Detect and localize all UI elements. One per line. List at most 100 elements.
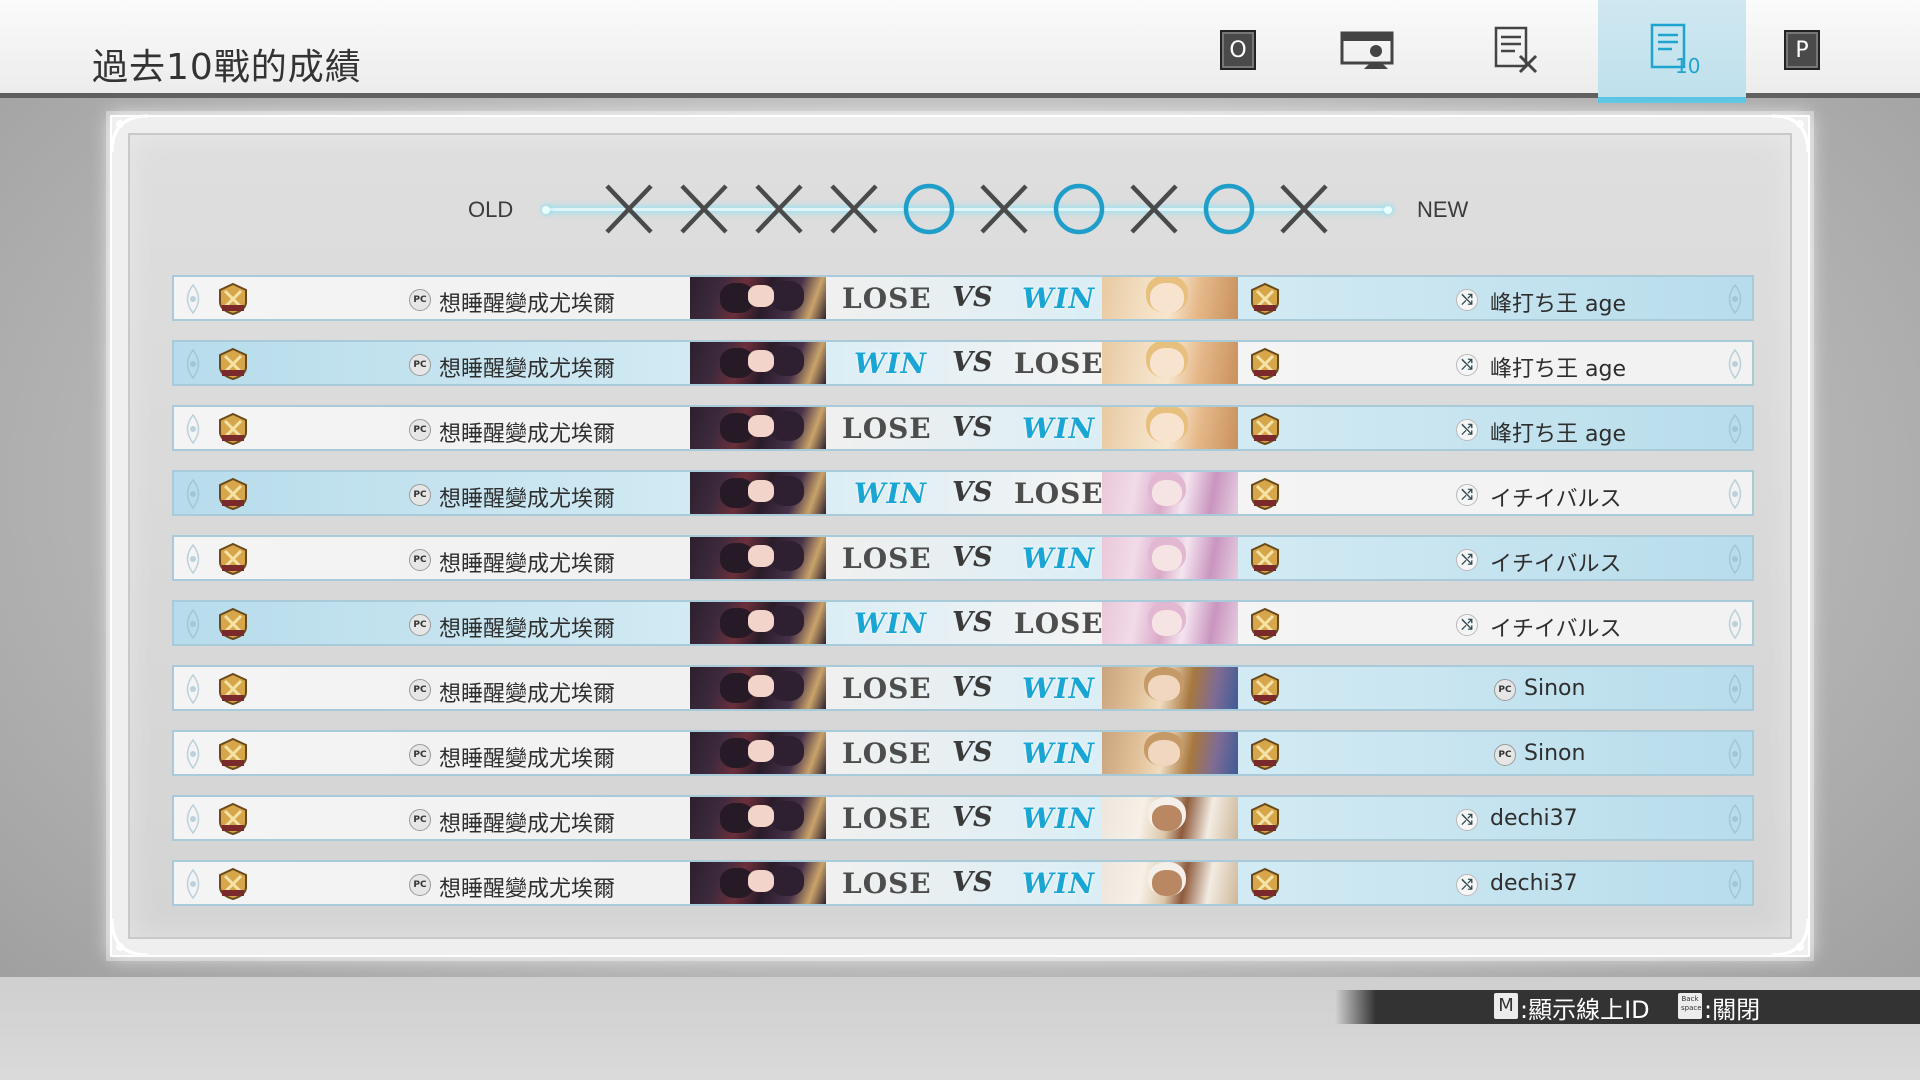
key-backspace-hint[interactable]: Back space bbox=[1678, 993, 1702, 1019]
row-right-ornament-icon bbox=[1720, 348, 1750, 380]
document-10-badge: 10 bbox=[1675, 54, 1700, 77]
corner-ornament-icon bbox=[1768, 112, 1812, 156]
right-result-label: LOSE bbox=[1014, 347, 1104, 380]
left-rank-emblem-icon bbox=[216, 477, 250, 511]
right-platform-pc-badge: PC bbox=[1494, 679, 1516, 701]
left-player-name: 想睡醒變成尤埃爾 bbox=[439, 812, 616, 837]
right-player-name: イチイバルス bbox=[1490, 487, 1622, 512]
right-result-label: LOSE bbox=[1014, 607, 1104, 640]
vs-label: VS bbox=[952, 607, 993, 638]
left-result-label: LOSE bbox=[842, 412, 932, 445]
left-rank-emblem-icon bbox=[216, 282, 250, 316]
key-o-badge[interactable]: O bbox=[1164, 0, 1312, 100]
left-character-portrait bbox=[690, 602, 826, 644]
row-right-ornament-icon bbox=[1720, 543, 1750, 575]
left-platform-pc-badge: PC bbox=[409, 744, 431, 766]
match-row[interactable]: PC 想睡醒變成尤埃爾 LOSE VS WIN PC Sinon bbox=[172, 665, 1754, 711]
vs-label: VS bbox=[952, 672, 993, 703]
row-right-ornament-icon bbox=[1720, 413, 1750, 445]
left-character-portrait bbox=[690, 667, 826, 709]
vs-label: VS bbox=[952, 542, 993, 573]
right-crossplay-icon: ⤭ bbox=[1456, 354, 1478, 376]
left-result-label: LOSE bbox=[842, 867, 932, 900]
key-m-hint[interactable]: M bbox=[1494, 993, 1518, 1019]
history-line bbox=[545, 208, 1390, 211]
close-hint[interactable]: :關閉 bbox=[1704, 990, 1760, 1025]
vs-label: VS bbox=[952, 737, 993, 768]
right-result-label: WIN bbox=[1022, 412, 1096, 445]
left-character-portrait bbox=[690, 472, 826, 514]
win-circle-icon bbox=[901, 182, 957, 236]
vs-label: VS bbox=[952, 477, 993, 508]
left-result-label: WIN bbox=[854, 607, 928, 640]
right-player-name: dechi37 bbox=[1490, 806, 1578, 831]
show-online-id-hint[interactable]: :顯示線上ID bbox=[1520, 990, 1650, 1025]
right-player-name: Sinon bbox=[1524, 741, 1586, 766]
player-card-icon bbox=[1340, 31, 1394, 69]
left-rank-emblem-icon bbox=[216, 802, 250, 836]
corner-ornament-icon bbox=[108, 915, 152, 959]
key-p-badge[interactable]: P bbox=[1728, 0, 1876, 100]
right-character-portrait bbox=[1102, 407, 1238, 449]
right-player-name: 峰打ち王 age bbox=[1490, 357, 1626, 382]
left-result-label: LOSE bbox=[842, 802, 932, 835]
right-character-portrait bbox=[1102, 862, 1238, 904]
left-player-name: 想睡醒變成尤埃爾 bbox=[439, 617, 616, 642]
right-crossplay-icon: ⤭ bbox=[1456, 874, 1478, 896]
right-rank-emblem-icon bbox=[1248, 412, 1282, 446]
key-p-label: P bbox=[1784, 30, 1820, 70]
right-player-name: イチイバルス bbox=[1490, 552, 1622, 577]
right-character-portrait bbox=[1102, 602, 1238, 644]
vs-label: VS bbox=[952, 802, 993, 833]
left-platform-pc-badge: PC bbox=[409, 419, 431, 441]
key-o-label: O bbox=[1220, 30, 1256, 70]
right-character-portrait bbox=[1102, 472, 1238, 514]
row-right-ornament-icon bbox=[1720, 868, 1750, 900]
right-crossplay-icon: ⤭ bbox=[1456, 549, 1478, 571]
left-player-name: 想睡醒變成尤埃爾 bbox=[439, 487, 616, 512]
right-platform-pc-badge: PC bbox=[1494, 744, 1516, 766]
recent-10-tab[interactable]: 10 bbox=[1598, 0, 1746, 103]
left-rank-emblem-icon bbox=[216, 412, 250, 446]
match-row[interactable]: PC 想睡醒變成尤埃爾 LOSE VS WIN ⤭ イチイバルス bbox=[172, 535, 1754, 581]
left-platform-pc-badge: PC bbox=[409, 484, 431, 506]
match-row[interactable]: PC 想睡醒變成尤埃爾 LOSE VS WIN ⤭ 峰打ち王 age bbox=[172, 275, 1754, 321]
match-row[interactable]: PC 想睡醒變成尤埃爾 WIN VS LOSE ⤭ イチイバルス bbox=[172, 600, 1754, 646]
right-result-label: WIN bbox=[1022, 802, 1096, 835]
corner-ornament-icon bbox=[108, 112, 152, 156]
player-card-tab[interactable] bbox=[1294, 0, 1442, 100]
left-result-label: LOSE bbox=[842, 672, 932, 705]
row-right-ornament-icon bbox=[1720, 738, 1750, 770]
right-character-portrait bbox=[1102, 277, 1238, 319]
match-row[interactable]: PC 想睡醒變成尤埃爾 LOSE VS WIN ⤭ dechi37 bbox=[172, 860, 1754, 906]
document-10-icon: 10 bbox=[1650, 23, 1700, 77]
right-crossplay-icon: ⤭ bbox=[1456, 614, 1478, 636]
match-row[interactable]: PC 想睡醒變成尤埃爾 LOSE VS WIN PC Sinon bbox=[172, 730, 1754, 776]
row-left-ornament-icon bbox=[178, 803, 208, 835]
left-platform-pc-badge: PC bbox=[409, 679, 431, 701]
match-row[interactable]: PC 想睡醒變成尤埃爾 WIN VS LOSE ⤭ 峰打ち王 age bbox=[172, 340, 1754, 386]
match-row[interactable]: PC 想睡醒變成尤埃爾 LOSE VS WIN ⤭ 峰打ち王 age bbox=[172, 405, 1754, 451]
settings-list-tab[interactable] bbox=[1442, 0, 1590, 100]
vs-label: VS bbox=[952, 347, 993, 378]
match-row[interactable]: PC 想睡醒變成尤埃爾 WIN VS LOSE ⤭ イチイバルス bbox=[172, 470, 1754, 516]
right-rank-emblem-icon bbox=[1248, 477, 1282, 511]
left-player-name: 想睡醒變成尤埃爾 bbox=[439, 682, 616, 707]
right-player-name: dechi37 bbox=[1490, 871, 1578, 896]
left-platform-pc-badge: PC bbox=[409, 549, 431, 571]
left-platform-pc-badge: PC bbox=[409, 289, 431, 311]
history-new-label: NEW bbox=[1417, 197, 1469, 222]
right-player-name: Sinon bbox=[1524, 676, 1586, 701]
row-left-ornament-icon bbox=[178, 478, 208, 510]
left-platform-pc-badge: PC bbox=[409, 874, 431, 896]
header-bar: 過去10戰的成績 O 10 P bbox=[0, 0, 1920, 103]
loss-cross-icon bbox=[1126, 182, 1182, 236]
loss-cross-icon bbox=[751, 182, 807, 236]
match-row[interactable]: PC 想睡醒變成尤埃爾 LOSE VS WIN ⤭ dechi37 bbox=[172, 795, 1754, 841]
history-line-start-dot bbox=[542, 206, 550, 214]
right-player-name: 峰打ち王 age bbox=[1490, 422, 1626, 447]
row-left-ornament-icon bbox=[178, 673, 208, 705]
right-result-label: WIN bbox=[1022, 737, 1096, 770]
left-rank-emblem-icon bbox=[216, 672, 250, 706]
right-character-portrait bbox=[1102, 797, 1238, 839]
